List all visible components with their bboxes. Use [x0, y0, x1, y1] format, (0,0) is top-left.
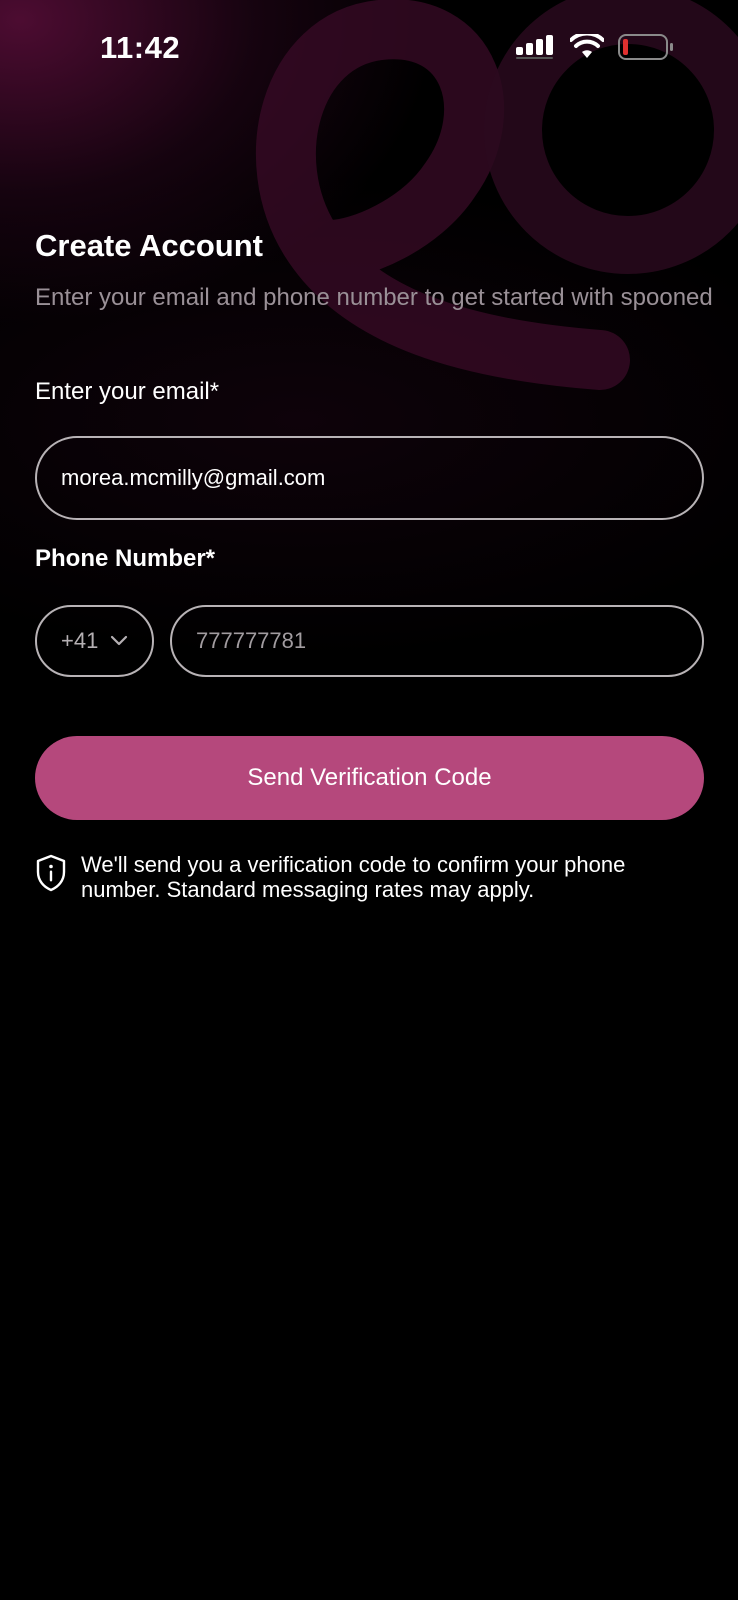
send-verification-code-button[interactable]: Send Verification Code — [35, 736, 704, 820]
phone-label: Phone Number* — [35, 545, 216, 572]
info-notice: We'll send you a verification code to co… — [35, 852, 715, 902]
wifi-icon — [570, 34, 604, 58]
status-time: 11:42 — [100, 30, 181, 65]
signal-icon — [516, 35, 553, 59]
phone-number-field[interactable]: 777777781 — [170, 605, 704, 677]
country-code-value: +41 — [61, 628, 99, 653]
chevron-down-icon — [111, 635, 128, 646]
email-value: morea.mcmilly@gmail.com — [61, 465, 326, 490]
battery-icon — [618, 34, 673, 60]
page-title: Create Account — [35, 228, 263, 263]
email-field[interactable]: morea.mcmilly@gmail.com — [35, 436, 704, 520]
info-text: We'll send you a verification code to co… — [81, 852, 626, 902]
status-bar: 11:42 — [0, 0, 738, 100]
phone-number-value: 777777781 — [196, 628, 307, 653]
create-account-screen: 11:42 Create Account Enter your email an… — [0, 0, 738, 1600]
shield-info-icon — [36, 854, 66, 892]
page-subtitle: Enter your email and phone number to get… — [35, 284, 713, 311]
email-label: Enter your email* — [35, 378, 220, 405]
status-icons — [516, 34, 674, 60]
country-code-select[interactable]: +41 — [35, 605, 154, 677]
